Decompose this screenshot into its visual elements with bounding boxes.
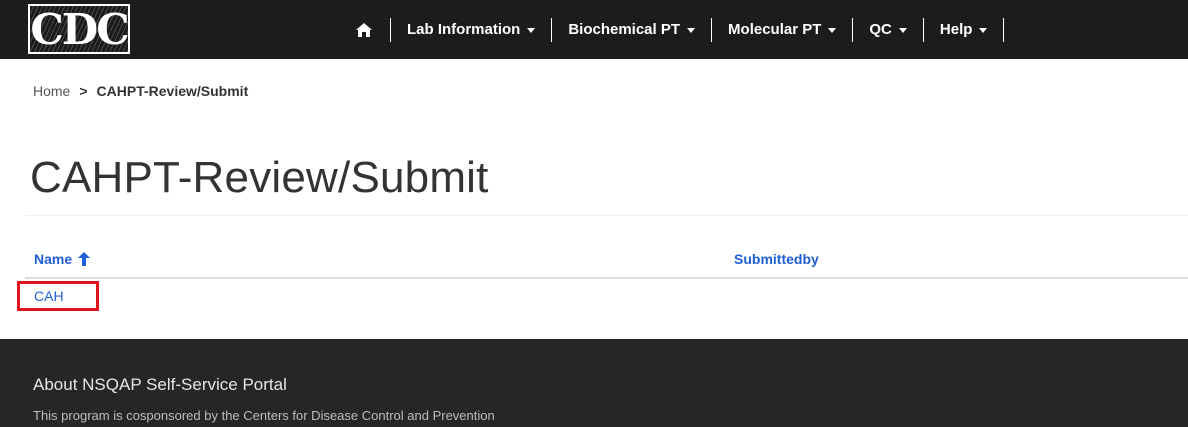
breadcrumb-current: CAHPT-Review/Submit [96, 83, 249, 99]
caret-down-icon [527, 28, 536, 33]
column-header-name[interactable]: Name [34, 251, 91, 267]
column-header-label: Name [34, 251, 73, 267]
nav-qc[interactable]: QC [869, 21, 907, 38]
nav-label: Biochemical PT [568, 21, 681, 38]
nav-biochemical-pt[interactable]: Biochemical PT [568, 21, 696, 38]
nav-molecular-pt[interactable]: Molecular PT [728, 21, 837, 38]
nav-divider [711, 17, 713, 42]
top-navbar: CDC Lab Information Biochemical PT Molec… [0, 0, 1188, 59]
caret-down-icon [898, 28, 907, 33]
column-header-label: Submittedby [734, 251, 819, 267]
page-title: CAHPT-Review/Submit [30, 153, 489, 202]
nav-label: Molecular PT [728, 21, 822, 38]
nav-divider [551, 17, 553, 42]
breadcrumb: Home > CAHPT-Review/Submit [33, 83, 248, 99]
caret-down-icon [828, 28, 837, 33]
caret-down-icon [687, 28, 696, 33]
nav-label: Help [939, 21, 973, 38]
nav-label: Lab Information [407, 21, 521, 38]
nav-divider [1003, 17, 1005, 42]
nav-divider [852, 17, 854, 42]
arrow-up-icon [78, 252, 91, 266]
nav-label: QC [869, 21, 892, 38]
column-header-submittedby[interactable]: Submittedby [734, 251, 819, 267]
footer-text: This program is cosponsored by the Cente… [33, 408, 495, 423]
home-icon[interactable] [354, 21, 374, 39]
logo-text: CDC [30, 5, 128, 54]
nav-divider [390, 17, 391, 42]
row-name-link[interactable]: CAH [17, 281, 99, 311]
caret-down-icon [979, 28, 988, 33]
cdc-logo[interactable]: CDC [28, 4, 130, 54]
footer-title: About NSQAP Self-Service Portal [33, 375, 287, 394]
review-submit-table: Name Submittedby CAH [17, 245, 1188, 313]
footer: About NSQAP Self-Service Portal This pro… [0, 339, 1188, 427]
nav-lab-information[interactable]: Lab Information [407, 21, 536, 38]
breadcrumb-home-link[interactable]: Home [33, 83, 70, 99]
table-row: CAH [17, 279, 1188, 313]
nav-divider [922, 17, 924, 42]
title-divider [25, 215, 1188, 216]
nav-help[interactable]: Help [940, 21, 988, 38]
main-nav: Lab Information Biochemical PT Molecular… [354, 0, 1020, 59]
table-header: Name Submittedby [25, 245, 1188, 279]
breadcrumb-separator: > [79, 83, 88, 99]
